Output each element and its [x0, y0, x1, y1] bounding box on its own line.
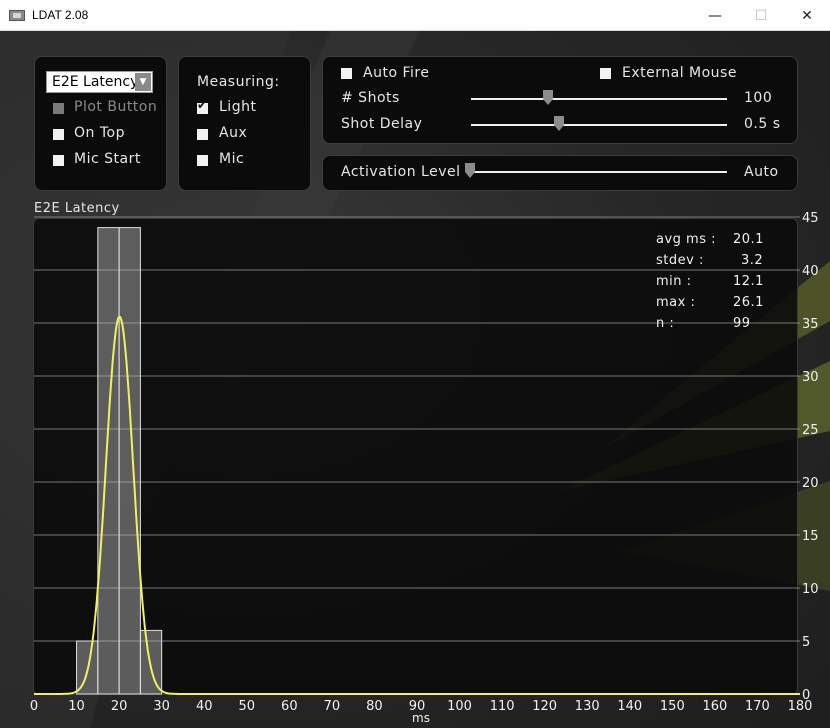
x-tick-label: 40 — [196, 699, 213, 714]
x-tick-label: 130 — [575, 699, 600, 714]
y-tick-label: 30 — [802, 370, 819, 385]
n-value: 99 — [733, 316, 751, 331]
x-tick-label: 50 — [239, 699, 256, 714]
n-label: n : — [656, 316, 675, 331]
histogram-chart: 0 10 20 30 40 50 60 70 80 90 100 110 120 130 140 150 160… — [30, 211, 819, 725]
x-tick-label: 110 — [490, 699, 515, 714]
max-label: max : — [656, 295, 696, 310]
min-label: min : — [656, 274, 692, 289]
x-axis-label: ms — [412, 711, 430, 725]
y-tick-label: 40 — [802, 264, 819, 279]
x-tick-label: 170 — [745, 699, 770, 714]
x-tick-label: 20 — [111, 699, 128, 714]
y-tick-label: 25 — [802, 423, 819, 438]
min-value: 12.1 — [733, 274, 764, 289]
x-tick-label: 60 — [281, 699, 298, 714]
avg-label: avg ms : — [656, 232, 716, 247]
app-window: LDAT 2.08 — ☐ ✕ E2E Latency ▼ Plot Butto… — [0, 0, 830, 728]
x-tick-label: 30 — [153, 699, 170, 714]
x-tick-label: 80 — [366, 699, 383, 714]
x-tick-label: 10 — [68, 699, 85, 714]
histogram-bar — [97, 227, 120, 695]
histogram-bar — [118, 227, 141, 695]
x-tick-label: 120 — [532, 699, 557, 714]
y-tick-label: 20 — [802, 476, 819, 491]
y-tick-label: 35 — [802, 317, 819, 332]
x-tick-label: 150 — [660, 699, 685, 714]
y-tick-label: 15 — [802, 529, 819, 544]
x-tick-label: 0 — [30, 699, 38, 714]
stdev-value: 3.2 — [741, 253, 764, 268]
histogram-bar — [139, 629, 163, 695]
x-tick-label: 160 — [702, 699, 727, 714]
y-tick-label: 45 — [802, 211, 819, 226]
x-tick-label: 70 — [324, 699, 341, 714]
stdev-label: stdev : — [656, 253, 704, 268]
x-tick-label: 100 — [447, 699, 472, 714]
x-tick-label: 140 — [617, 699, 642, 714]
max-value: 26.1 — [733, 295, 764, 310]
y-tick-label: 5 — [802, 635, 810, 650]
y-tick-label: 0 — [802, 688, 810, 703]
y-tick-label: 10 — [802, 582, 819, 597]
avg-value: 20.1 — [733, 232, 764, 247]
